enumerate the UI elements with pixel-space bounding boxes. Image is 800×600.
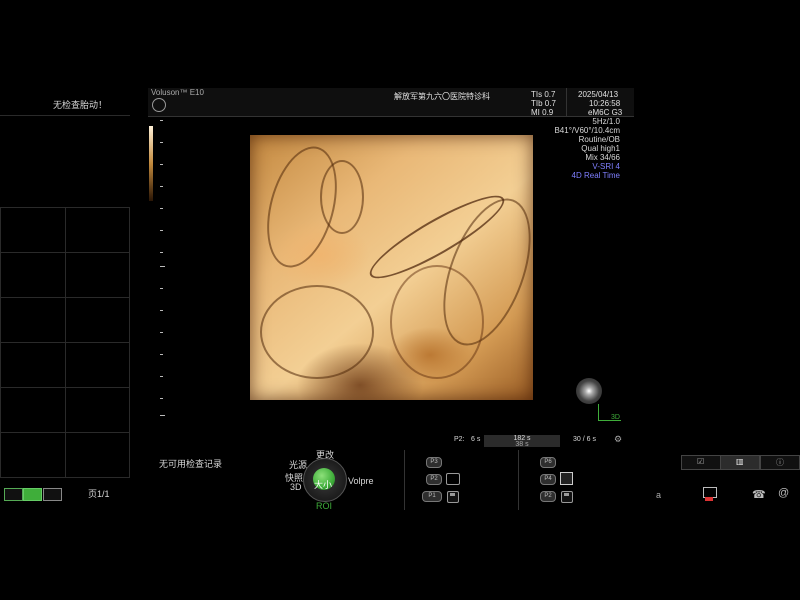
cine-right-time: 30 / 6 s [573, 436, 596, 443]
save-disk-icon[interactable] [447, 491, 459, 503]
vsri-param: V-SRI 4 [592, 162, 620, 171]
logo-text: Voluson™ E10 [151, 88, 204, 97]
layout-single-button[interactable] [4, 488, 23, 501]
layout-quad-button[interactable] [23, 488, 42, 501]
cine-progress-bar[interactable]: 182 s 38 s [484, 435, 560, 448]
no-records-text: 无可用检查记录 [159, 459, 223, 469]
layout-grid-button[interactable] [43, 488, 62, 501]
p3-button[interactable]: P3 [426, 457, 442, 468]
page-indicator: 页1/1 [88, 489, 110, 499]
tib-label: TIb [531, 99, 543, 108]
depth-scale [160, 120, 166, 420]
document-icon[interactable] [560, 472, 573, 485]
angle-param: B41°/V60°/10.4cm [554, 126, 620, 135]
freq-param: 5Hz/1.0 [592, 117, 620, 126]
thumbnail-grid [0, 115, 130, 478]
mix-param: Mix 34/66 [585, 153, 620, 162]
probe-name: eM6C G3 [588, 108, 623, 117]
quality-param: Qual high1 [581, 144, 620, 153]
info-icon: ⓘ [776, 458, 784, 467]
trackball-light: 光源 [289, 460, 308, 470]
mi-label: MI [531, 108, 540, 117]
axis-icon [598, 404, 621, 421]
text-a-label: a [656, 490, 662, 500]
report-icon: ☑ [697, 457, 705, 466]
tab-report[interactable]: ☑ [681, 455, 721, 470]
orientation-sphere-icon[interactable] [576, 378, 602, 404]
exam-date: 2025/04/13 [578, 90, 619, 99]
mode-param: 4D Real Time [571, 171, 620, 180]
ge-logo-icon [152, 98, 166, 112]
preset-param: Routine/OB [578, 135, 620, 144]
tab-charts[interactable]: ▥ [720, 455, 760, 470]
p4-button[interactable]: P4 [540, 474, 556, 485]
trackball-volpre: Volpre [348, 476, 374, 486]
p1-button[interactable]: P1 [422, 491, 442, 502]
tis-label: TIs [531, 90, 543, 99]
cine-p2-time: 6 s [471, 436, 481, 443]
p2-right-button[interactable]: P2 [540, 491, 556, 502]
header-bar: Voluson™ E10 解放军第九六〇医院特诊科 TIs 0.7 TIb 0.… [148, 88, 634, 117]
cine-p2-label: P2: [454, 436, 465, 443]
cine-bottom-seg: 38 s [515, 441, 529, 448]
monitor-red-indicator [705, 497, 713, 501]
hospital-name: 解放军第九六〇医院特诊科 [394, 92, 490, 101]
tab-info[interactable]: ⓘ [760, 455, 800, 470]
ultrasound-3d-image[interactable] [250, 135, 549, 400]
print-icon[interactable] [446, 473, 460, 485]
no-fetal-movement-text: 无检查胎动！ [53, 100, 108, 110]
p2-button[interactable]: P2 [426, 474, 442, 485]
trackball-size: 大小 [314, 480, 333, 490]
trackball-3d: 3D [290, 482, 302, 492]
exam-time: 10:26:58 [589, 99, 621, 108]
tis-value: 0.7 [544, 90, 556, 99]
trackball-roi: ROI [316, 501, 333, 511]
color-map-bar [149, 126, 153, 201]
network-icon[interactable]: ☎ [752, 488, 766, 501]
save-disk-right-icon[interactable] [561, 491, 573, 503]
chart-icon: ▥ [736, 457, 744, 466]
tib-value: 0.7 [544, 99, 556, 108]
settings-gear-icon[interactable]: ⚙ [614, 434, 622, 445]
email-icon[interactable]: @ [778, 487, 789, 499]
p6-button[interactable]: P6 [540, 457, 556, 468]
scan-params: 5Hz/1.0 B41°/V60°/10.4cm Routine/OB Qual… [534, 117, 620, 180]
mi-value: 0.9 [542, 108, 554, 117]
